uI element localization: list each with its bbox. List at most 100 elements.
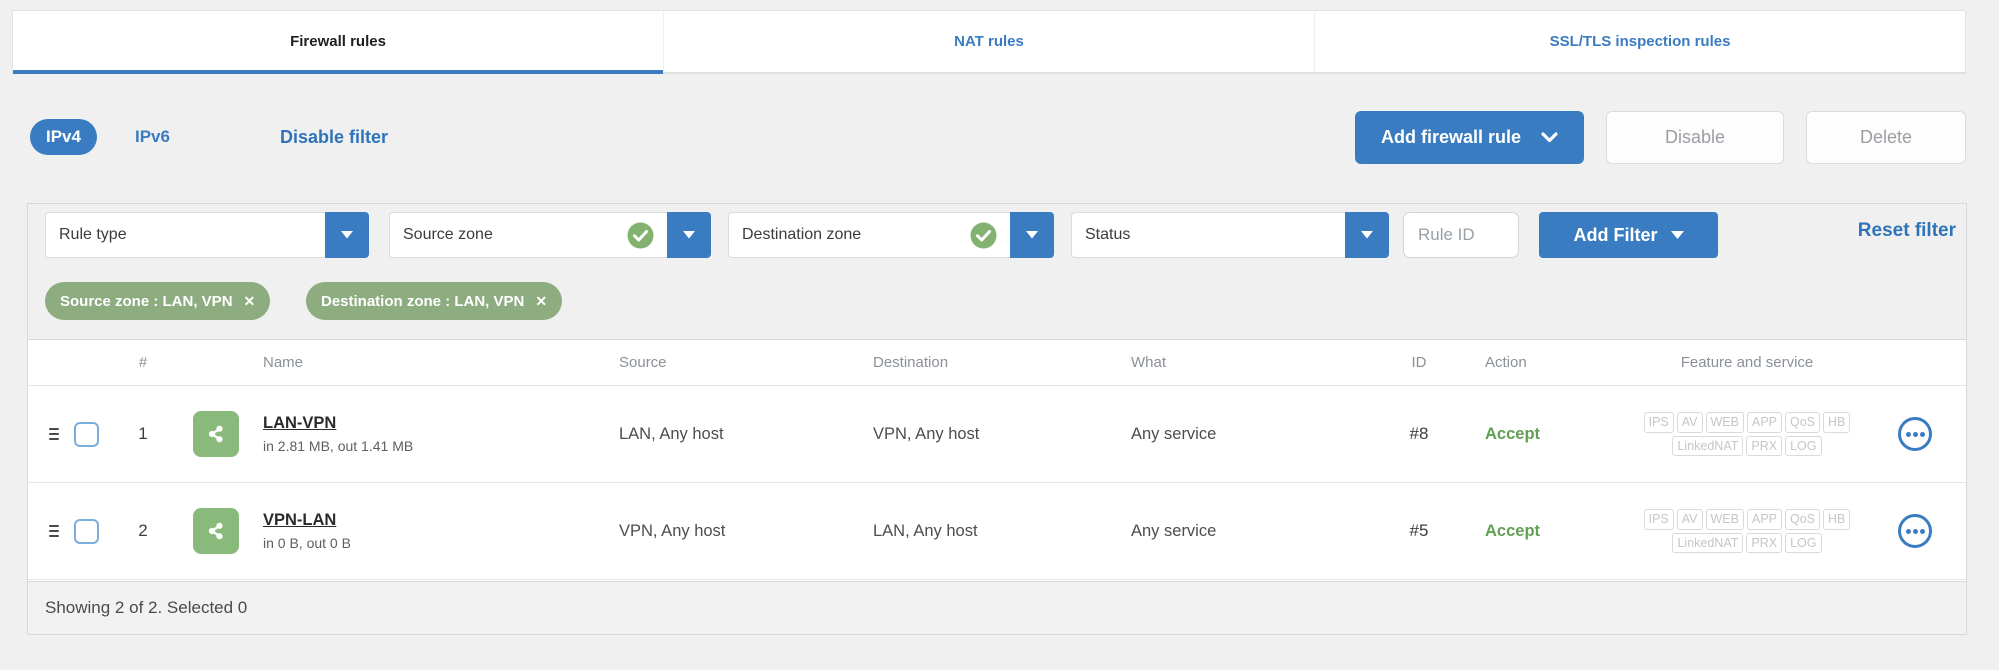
remove-chip-icon[interactable]: ✕ [244,294,256,308]
status-dropdown-label: Status [1085,226,1131,243]
table-header-row: # Name Source Destination What ID Action… [28,340,1966,386]
triangle-down-icon [1670,230,1684,240]
header-feature: Feature and service [1680,354,1814,371]
rule-action: Accept [1485,424,1541,443]
badge-qos: QoS [1785,508,1821,530]
feature-badges: IPS AV WEB APP QoS HB LinkedNAT PRX LOG [1643,508,1851,554]
feature-badges: IPS AV WEB APP QoS HB LinkedNAT PRX LOG [1643,411,1851,457]
rule-id: #5 [1409,521,1429,540]
rule-name-link[interactable]: LAN-VPN [263,414,413,433]
row-checkbox[interactable] [74,518,99,544]
rule-id-input[interactable] [1403,212,1519,258]
reset-filter-link[interactable]: Reset filter [1858,220,1956,242]
table-row: 2 VPN-LAN in 0 B, out 0 B VPN, Any host … [28,483,1966,580]
badge-log: LOG [1785,532,1822,554]
row-checkbox[interactable] [74,421,99,447]
status-dropdown-field[interactable]: Status [1071,212,1345,258]
add-filter-label: Add Filter [1573,224,1658,245]
disable-button[interactable]: Disable [1606,110,1784,164]
add-firewall-rule-label: Add firewall rule [1380,126,1521,147]
reset-filter-label: Reset filter [1857,220,1956,241]
rule-id: #8 [1409,424,1429,443]
ipv4-toggle-label: IPv4 [46,127,81,146]
header-what: What [1131,354,1167,371]
ipv4-toggle[interactable]: IPv4 [30,119,97,155]
table-summary: Showing 2 of 2. Selected 0 [45,598,248,617]
status-dropdown-button[interactable] [1345,212,1389,258]
rule-action: Accept [1485,521,1541,540]
badge-av: AV [1676,411,1703,433]
filter-active-check-icon [970,222,997,249]
source-zone-dropdown-button[interactable] [667,212,711,258]
rule-source: VPN, Any host [619,521,726,540]
badge-app: APP [1746,508,1782,530]
badge-av: AV [1676,508,1703,530]
source-zone-dropdown[interactable]: Source zone [389,212,711,258]
rule-destination: LAN, Any host [873,521,978,540]
ipv6-toggle[interactable]: IPv6 [135,127,170,147]
header-name: Name [263,354,304,371]
tab-ssl-tls-inspection-rules-label: SSL/TLS inspection rules [1549,33,1731,50]
remove-chip-icon[interactable]: ✕ [535,294,547,308]
destination-zone-dropdown[interactable]: Destination zone [728,212,1054,258]
filter-bar: Rule type Source zone Destination zone S… [28,204,1966,266]
active-filter-chips: Source zone : LAN, VPN ✕ Destination zon… [28,266,1966,339]
rule-what: Any service [1131,521,1217,540]
firewall-rules-table: # Name Source Destination What ID Action… [28,339,1966,581]
rule-share-icon[interactable] [193,411,239,457]
source-zone-dropdown-label: Source zone [403,226,493,243]
rule-traffic: in 2.81 MB, out 1.41 MB [263,438,414,454]
header-destination: Destination [873,354,949,371]
row-menu-ellipsis-icon[interactable] [1898,514,1932,548]
rule-name-link[interactable]: VPN-LAN [263,511,351,530]
delete-button[interactable]: Delete [1806,110,1966,164]
header-id: ID [1411,354,1427,371]
triangle-down-icon [1026,231,1038,239]
rule-share-icon[interactable] [193,508,239,554]
rule-type-dropdown[interactable]: Rule type [45,212,369,258]
tab-firewall-rules[interactable]: Firewall rules [13,11,664,74]
row-menu-ellipsis-icon[interactable] [1898,417,1932,451]
chip-source-zone[interactable]: Source zone : LAN, VPN ✕ [45,282,271,320]
table-row: 1 LAN-VPN in 2.81 MB, out 1.41 MB LAN, A… [28,386,1966,483]
status-dropdown[interactable]: Status [1071,212,1389,258]
chip-destination-zone-label: Destination zone : LAN, VPN [321,292,525,310]
tab-ssl-tls-inspection-rules[interactable]: SSL/TLS inspection rules [1315,11,1965,72]
rule-source: LAN, Any host [619,424,724,443]
tab-firewall-rules-label: Firewall rules [290,33,386,50]
badge-ips: IPS [1643,508,1674,530]
header-action: Action [1485,354,1527,371]
add-filter-button[interactable]: Add Filter [1539,212,1718,258]
ipv6-toggle-label: IPv6 [134,127,170,146]
badge-web: WEB [1705,411,1744,433]
rule-type-dropdown-button[interactable] [325,212,369,258]
drag-handle-icon [47,521,61,541]
disable-filter-label: Disable filter [279,126,389,147]
add-firewall-rule-button[interactable]: Add firewall rule [1354,110,1584,164]
chip-destination-zone[interactable]: Destination zone : LAN, VPN ✕ [306,282,563,320]
row-number: 1 [138,424,148,443]
badge-ips: IPS [1643,411,1674,433]
drag-handle[interactable] [41,386,67,482]
rule-what: Any service [1131,424,1217,443]
badge-log: LOG [1785,435,1822,457]
badge-web: WEB [1705,508,1744,530]
destination-zone-dropdown-button[interactable] [1010,212,1054,258]
triangle-down-icon [341,231,353,239]
rule-type-tabbar: Firewall rules NAT rules SSL/TLS inspect… [12,10,1966,74]
rule-destination: VPN, Any host [873,424,980,443]
destination-zone-dropdown-field[interactable]: Destination zone [728,212,1010,258]
chip-source-zone-label: Source zone : LAN, VPN [60,292,233,310]
filter-active-check-icon [627,222,654,249]
tab-nat-rules-label: NAT rules [954,33,1024,50]
header-num: # [138,354,148,371]
source-zone-dropdown-field[interactable]: Source zone [389,212,667,258]
destination-zone-dropdown-label: Destination zone [742,226,862,243]
drag-handle[interactable] [41,483,67,579]
tab-nat-rules[interactable]: NAT rules [664,11,1315,72]
disable-filter-link[interactable]: Disable filter [280,127,388,148]
triangle-down-icon [1361,231,1373,239]
badge-linkednat: LinkedNAT [1672,435,1744,457]
rule-traffic: in 0 B, out 0 B [263,535,351,551]
rule-type-dropdown-field[interactable]: Rule type [45,212,325,258]
